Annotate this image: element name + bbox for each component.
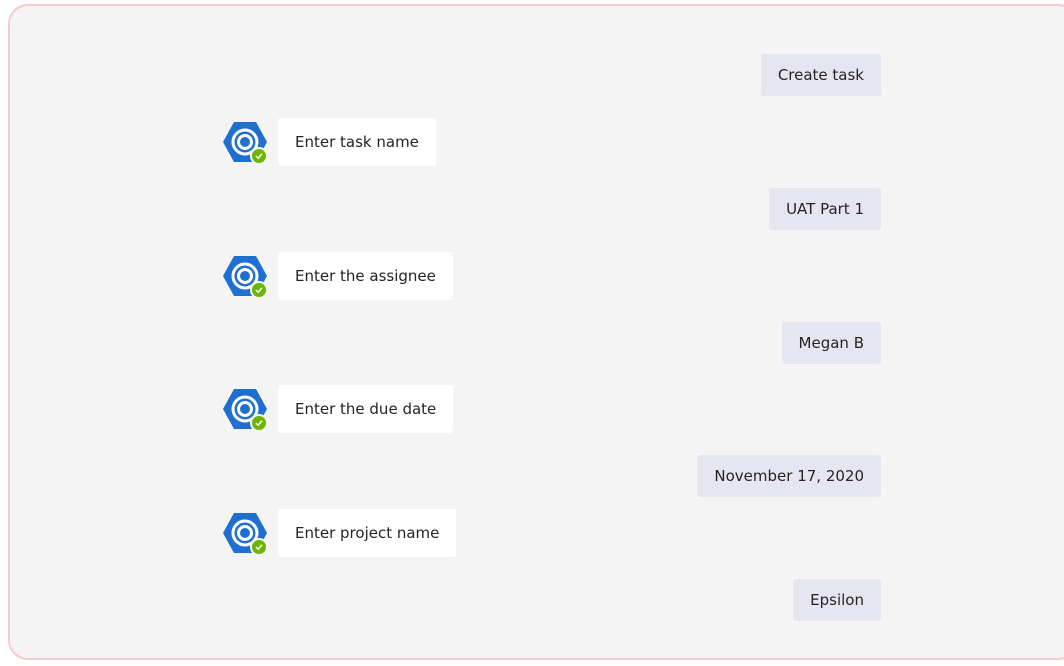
bot-avatar (222, 510, 268, 556)
bot-message-row: Enter the due date (222, 385, 454, 433)
user-message: November 17, 2020 (697, 455, 881, 497)
online-check-icon (250, 147, 268, 165)
bot-avatar (222, 119, 268, 165)
bot-message-row: Enter project name (222, 509, 457, 557)
bot-message-row: Enter task name (222, 118, 436, 166)
online-check-icon (250, 414, 268, 432)
user-message: UAT Part 1 (769, 188, 881, 230)
bot-message: Enter task name (278, 118, 436, 166)
bot-message: Enter the assignee (278, 252, 453, 300)
user-message: Megan B (781, 322, 881, 364)
user-message: Create task (760, 54, 881, 96)
user-message: Epsilon (793, 579, 881, 621)
chat-window: Create task Enter task name UAT Part 1 E… (8, 4, 1064, 660)
bot-message: Enter project name (278, 509, 457, 557)
bot-avatar (222, 386, 268, 432)
bot-message: Enter the due date (278, 385, 454, 433)
bot-message-row: Enter the assignee (222, 252, 453, 300)
online-check-icon (250, 538, 268, 556)
online-check-icon (250, 281, 268, 299)
bot-avatar (222, 253, 268, 299)
